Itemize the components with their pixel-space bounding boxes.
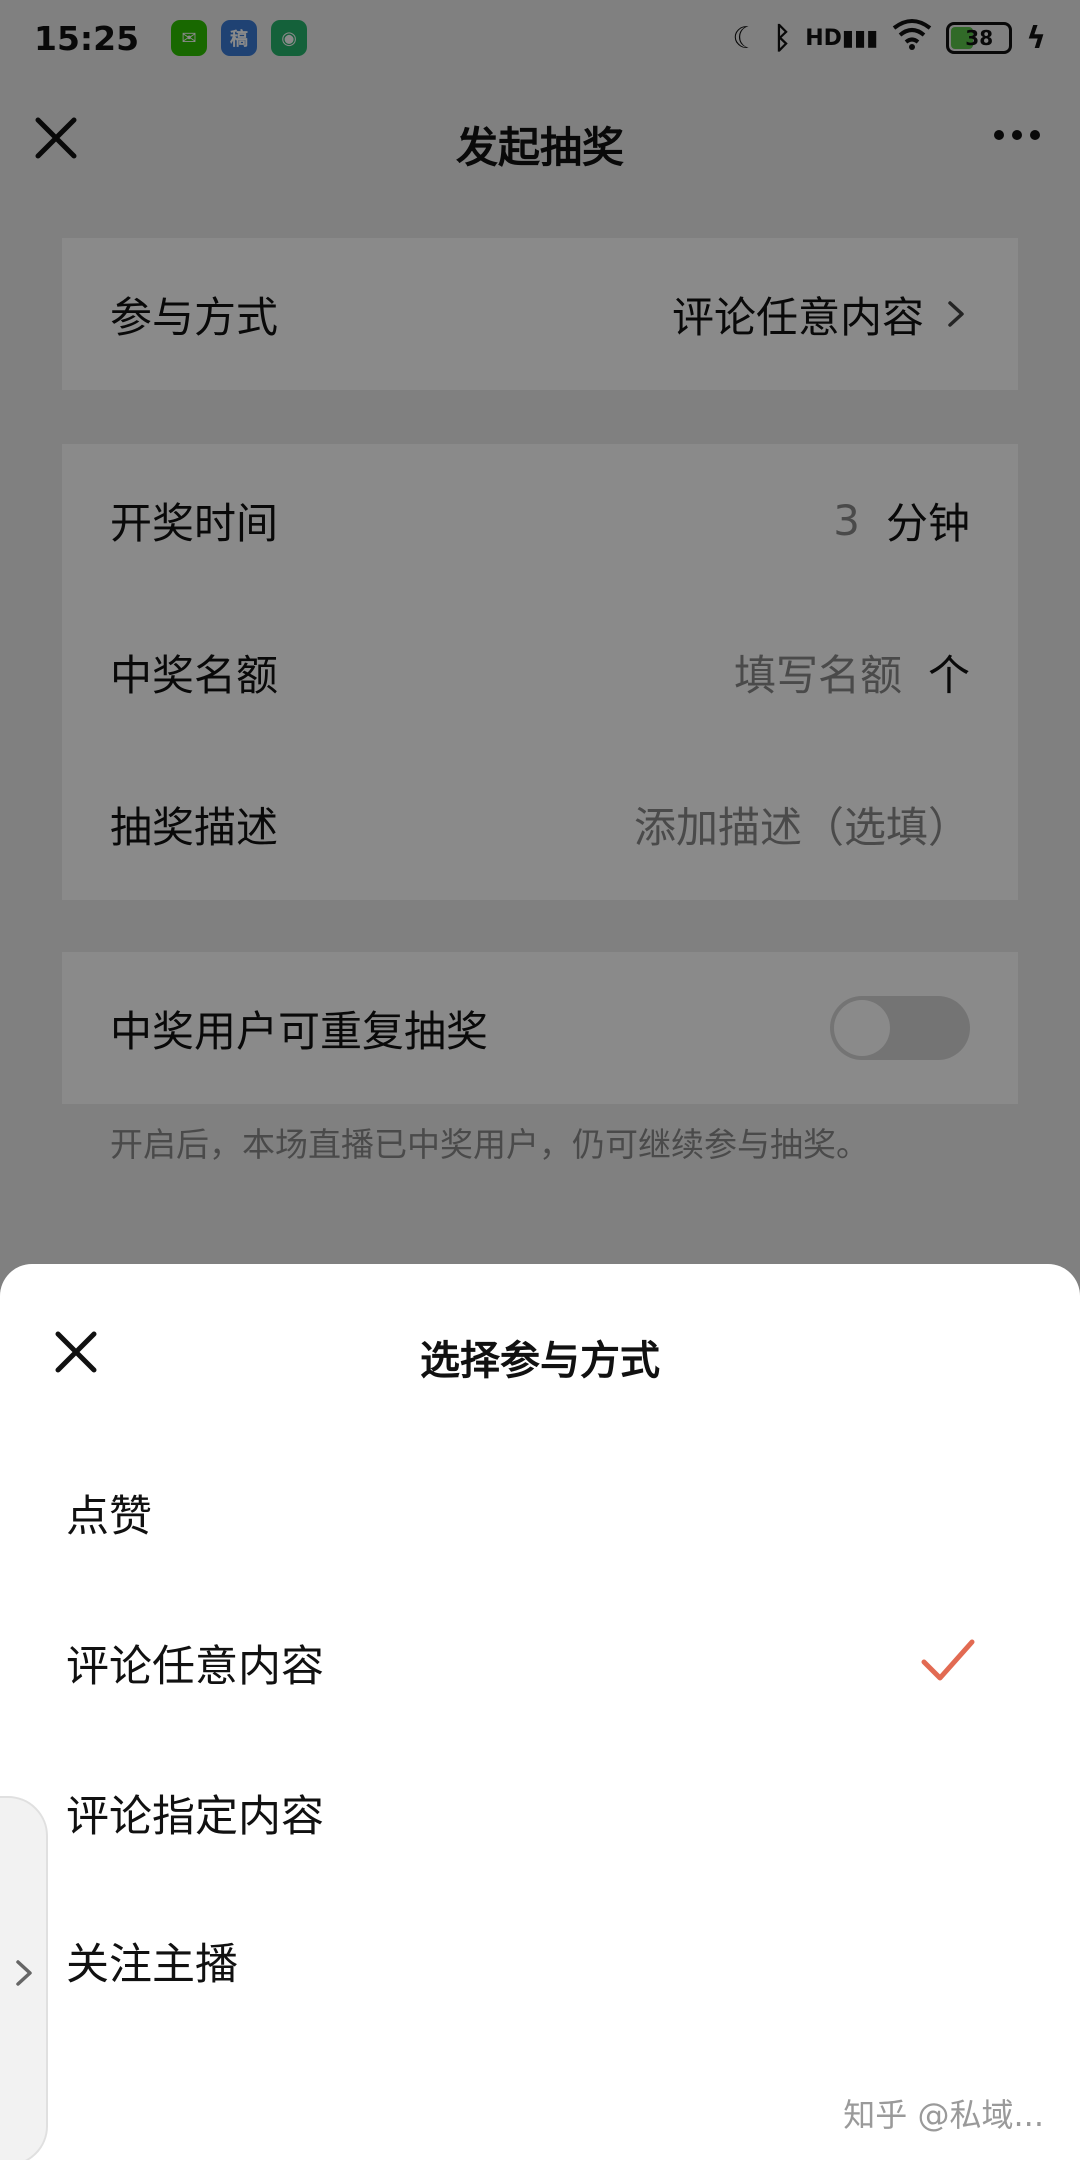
option-label: 点赞 xyxy=(66,1492,152,1542)
watermark-text: 知乎 @私域... xyxy=(843,2096,1044,2134)
side-drawer-handle[interactable] xyxy=(0,1796,48,2160)
option-follow-host[interactable]: 关注主播 xyxy=(66,1906,1026,2016)
option-comment-any[interactable]: 评论任意内容 xyxy=(66,1608,1026,1718)
option-label: 评论任意内容 xyxy=(66,1642,324,1692)
participation-sheet: 选择参与方式 点赞 评论任意内容 评论指定内容 关注主播 xyxy=(0,1264,1080,2160)
option-label: 关注主播 xyxy=(66,1940,238,1990)
option-label: 评论指定内容 xyxy=(66,1792,324,1842)
chevron-right-icon xyxy=(16,1960,32,1986)
option-like[interactable]: 点赞 xyxy=(66,1458,1026,1568)
option-comment-specific[interactable]: 评论指定内容 xyxy=(66,1758,1026,1868)
sheet-title: 选择参与方式 xyxy=(420,1338,660,1384)
checkmark-icon xyxy=(921,1639,975,1681)
